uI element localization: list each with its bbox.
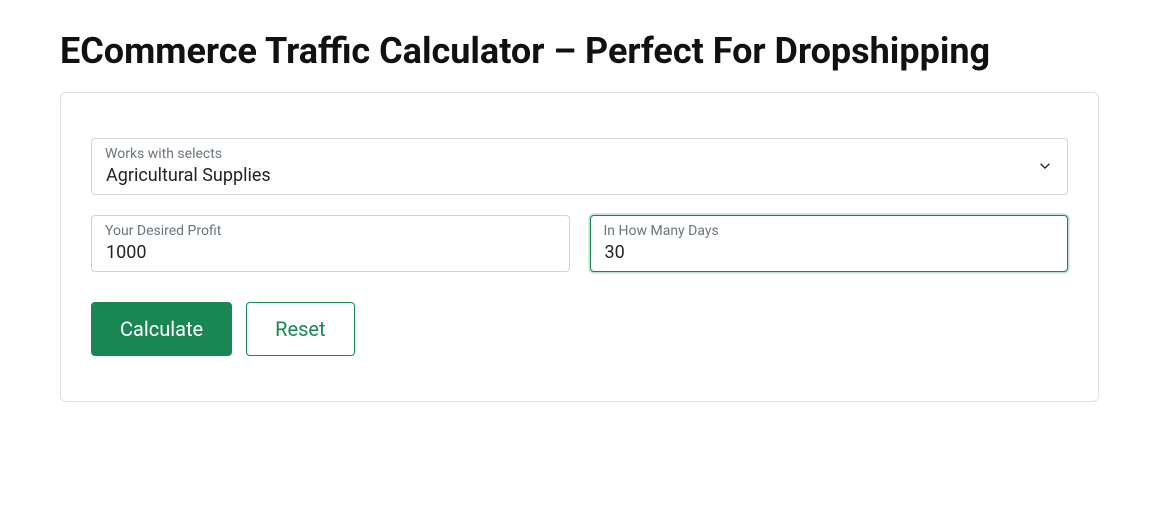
page-title: ECommerce Traffic Calculator – Perfect F… — [60, 30, 1099, 72]
calculator-card: Works with selects Your Desired Profit I… — [60, 92, 1099, 402]
days-input[interactable] — [590, 215, 1069, 272]
profit-input[interactable] — [91, 215, 570, 272]
button-row: Calculate Reset — [91, 302, 1068, 356]
input-row: Your Desired Profit In How Many Days — [91, 215, 1068, 272]
profit-group: Your Desired Profit — [91, 215, 570, 272]
category-select-group: Works with selects — [91, 138, 1068, 195]
days-group: In How Many Days — [590, 215, 1069, 272]
category-select[interactable] — [91, 138, 1068, 195]
reset-button[interactable]: Reset — [246, 302, 354, 356]
calculate-button[interactable]: Calculate — [91, 302, 232, 356]
